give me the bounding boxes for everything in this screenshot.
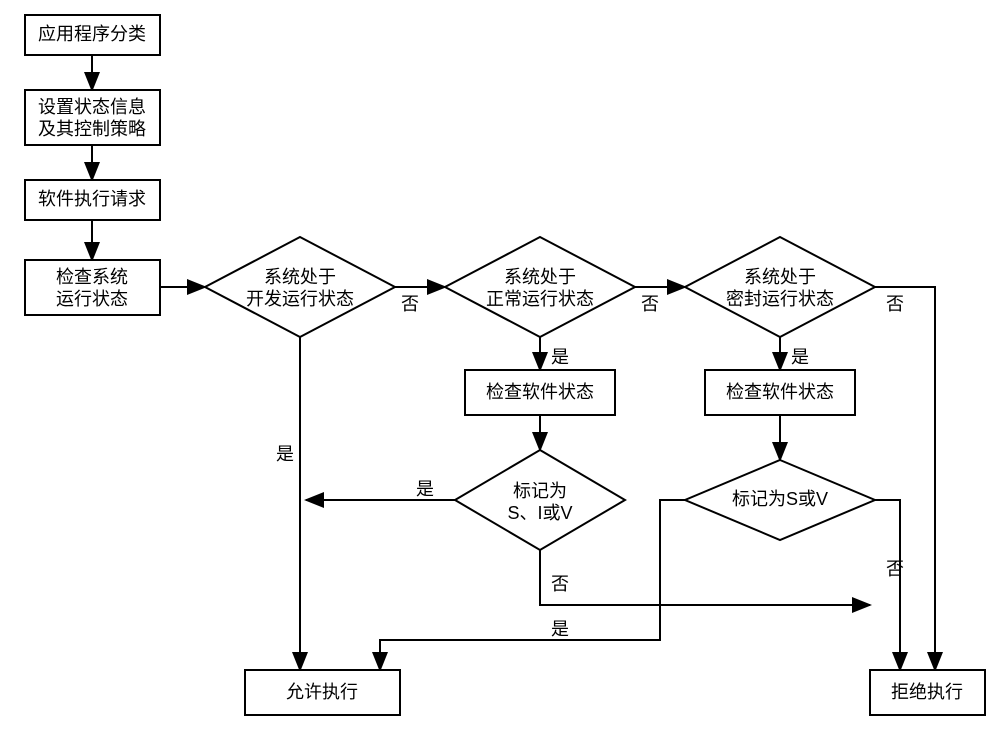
label-m3-no: 否 xyxy=(886,559,904,579)
label-d1-no: 否 xyxy=(401,294,419,314)
edge-m3-no xyxy=(875,500,900,670)
label-d3-yes: 是 xyxy=(791,347,809,367)
decision-dev-state-label-1: 系统处于 xyxy=(264,267,336,287)
label-d2-no: 否 xyxy=(641,294,659,314)
decision-sealed-state-label-2: 密封运行状态 xyxy=(726,289,834,309)
node-check-system-label-2: 运行状态 xyxy=(56,289,128,309)
edge-m2-no xyxy=(540,550,870,605)
node-check-sw-2-label: 检查软件状态 xyxy=(486,382,594,402)
label-d2-yes: 是 xyxy=(551,347,569,367)
decision-sealed-state-label-1: 系统处于 xyxy=(744,267,816,287)
decision-mark-siv-label-2: S、I或V xyxy=(507,503,572,523)
decision-sealed-state xyxy=(685,237,875,337)
decision-normal-state xyxy=(445,237,635,337)
node-app-classify-label: 应用程序分类 xyxy=(38,24,146,44)
node-deny-label: 拒绝执行 xyxy=(891,682,963,702)
flowchart-canvas: 应用程序分类 设置状态信息 及其控制策略 软件执行请求 检查系统 运行状态 系统… xyxy=(0,0,1000,739)
decision-mark-sv-label: 标记为S或V xyxy=(732,489,828,509)
label-m2-yes: 是 xyxy=(416,479,434,499)
node-check-system-label-1: 检查系统 xyxy=(56,267,128,287)
decision-mark-siv-label-1: 标记为 xyxy=(513,481,567,501)
decision-normal-state-label-2: 正常运行状态 xyxy=(486,289,594,309)
label-m3-yes: 是 xyxy=(551,619,569,639)
node-set-status-label-2: 及其控制策略 xyxy=(38,119,146,139)
label-d1-yes: 是 xyxy=(276,444,294,464)
label-d3-no: 否 xyxy=(886,294,904,314)
decision-dev-state-label-2: 开发运行状态 xyxy=(246,289,354,309)
edge-d3-no-deny xyxy=(875,287,935,670)
node-allow-label: 允许执行 xyxy=(286,682,358,702)
node-check-sw-3-label: 检查软件状态 xyxy=(726,382,834,402)
decision-normal-state-label-1: 系统处于 xyxy=(504,267,576,287)
node-set-status-label-1: 设置状态信息 xyxy=(38,97,146,117)
label-m2-no: 否 xyxy=(551,574,569,594)
node-exec-request-label: 软件执行请求 xyxy=(38,189,146,209)
decision-dev-state xyxy=(205,237,395,337)
